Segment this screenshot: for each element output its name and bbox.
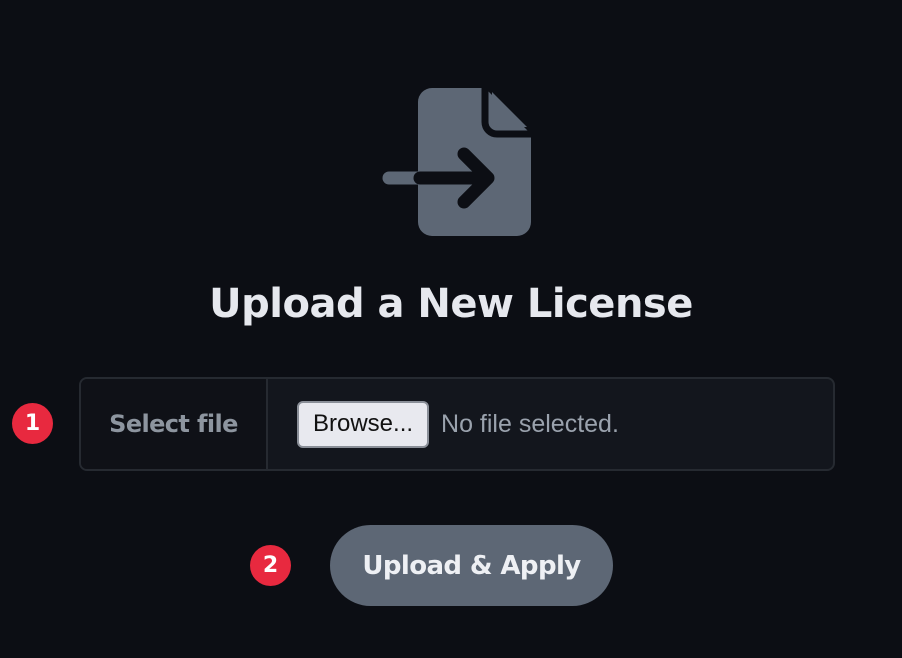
- file-input[interactable]: Browse... No file selected.: [268, 379, 833, 469]
- file-input-label: Select file: [81, 379, 268, 469]
- file-import-icon: [382, 88, 531, 236]
- file-input-group: Select file Browse... No file selected.: [79, 377, 835, 471]
- page-title: Upload a New License: [209, 281, 693, 327]
- step-badge-1: 1: [12, 403, 53, 444]
- file-status-text: No file selected.: [441, 409, 619, 438]
- browse-button[interactable]: Browse...: [297, 400, 430, 448]
- upload-apply-button[interactable]: Upload & Apply: [330, 525, 613, 606]
- upload-license-page: Upload a New License 1 Select file Brows…: [0, 0, 902, 658]
- step-badge-2: 2: [250, 545, 291, 586]
